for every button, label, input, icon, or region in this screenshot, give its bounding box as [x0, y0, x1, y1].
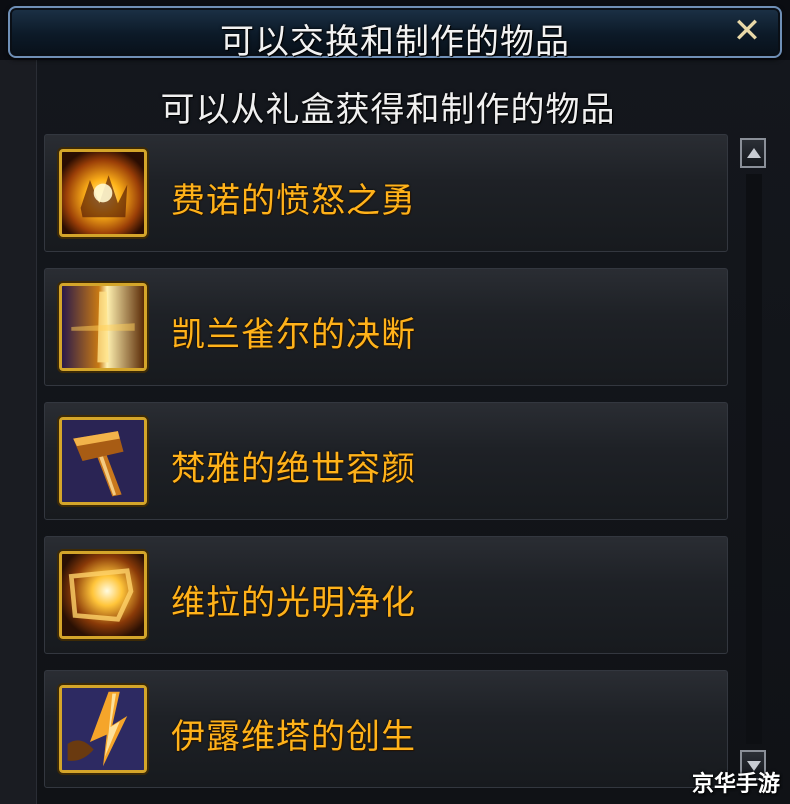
item-name: 费诺的愤怒之勇	[171, 181, 416, 221]
list-scrollbar[interactable]	[740, 138, 768, 780]
close-icon[interactable]: ✕	[730, 14, 764, 48]
arrow-up-icon	[747, 148, 761, 158]
window-title: 可以交换和制作的物品	[220, 22, 570, 62]
scroll-up-button[interactable]	[740, 138, 766, 168]
title-bar: 可以交换和制作的物品 ✕	[8, 6, 782, 62]
hammer-icon	[59, 417, 147, 505]
item-name: 梵雅的绝世容颜	[171, 449, 416, 489]
item-name: 凯兰雀尔的决断	[171, 315, 416, 355]
list-item[interactable]: 梵雅的绝世容颜	[44, 402, 728, 520]
scroll-track[interactable]	[746, 174, 762, 744]
list-item[interactable]: 凯兰雀尔的决断	[44, 268, 728, 386]
light-blade-icon	[59, 283, 147, 371]
item-name: 维拉的光明净化	[171, 583, 416, 623]
list-item[interactable]: 伊露维塔的创生	[44, 670, 728, 788]
item-list: 费诺的愤怒之勇 凯兰雀尔的决断 梵雅的绝世容颜 维拉的光明净化 伊露维塔的创生	[44, 134, 730, 804]
list-item[interactable]: 维拉的光明净化	[44, 536, 728, 654]
section-heading: 可以从礼盒获得和制作的物品	[160, 90, 616, 130]
list-item[interactable]: 费诺的愤怒之勇	[44, 134, 728, 252]
fiery-fist-icon	[59, 149, 147, 237]
watermark: 京华手游	[691, 772, 780, 797]
light-gauntlet-icon	[59, 551, 147, 639]
item-name: 伊露维塔的创生	[171, 717, 416, 757]
creation-hand-icon	[59, 685, 147, 773]
background-sidebar	[0, 60, 37, 804]
